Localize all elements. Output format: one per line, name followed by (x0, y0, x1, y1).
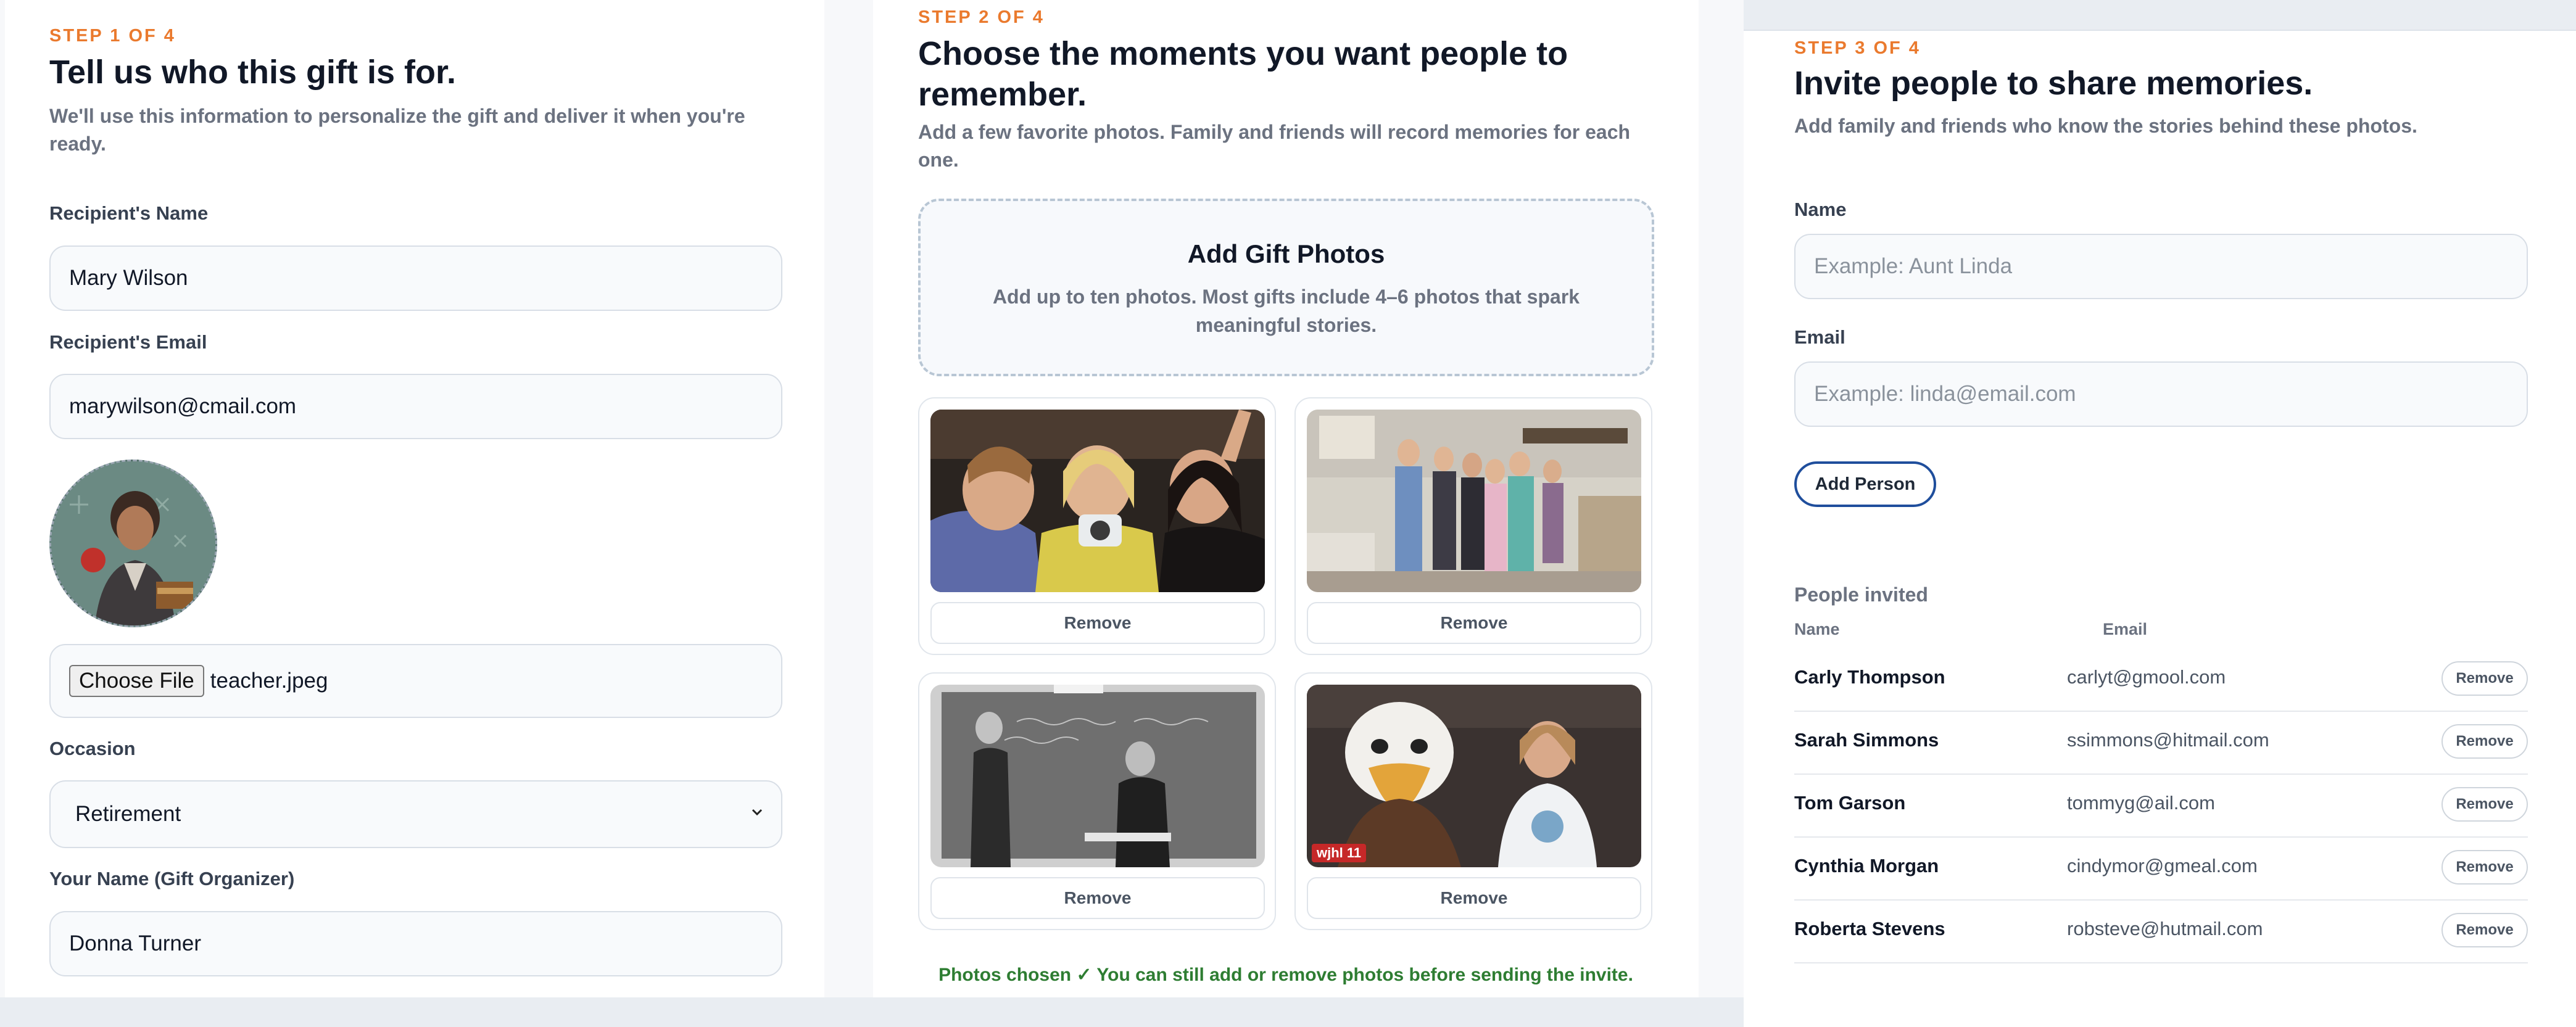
tv-station-logo: wjhl 11 (1312, 844, 1367, 862)
organizer-name-label: Your Name (Gift Organizer) (49, 868, 295, 889)
teacher-portrait-image (51, 461, 215, 625)
step-indicator: STEP 1 OF 4 (49, 26, 176, 46)
file-name-text: teacher.jpeg (210, 669, 328, 693)
dropzone-description: Add up to ten photos. Most gifts include… (982, 283, 1590, 339)
invited-person-row: Carly Thompson carlyt@gmool.com Remove (1794, 649, 2528, 712)
column-header-name: Name (1794, 620, 1840, 638)
invited-person-name: Roberta Stevens (1794, 918, 1945, 939)
gift-photo: wjhl 11 (1307, 685, 1641, 867)
invited-person-email: tommyg@ail.com (2067, 792, 2215, 814)
gift-photo (930, 410, 1265, 592)
column-header-email: Email (2103, 620, 2148, 638)
invited-person-row: Tom Garson tommyg@ail.com Remove (1794, 775, 2528, 838)
remove-person-button[interactable]: Remove (2441, 724, 2528, 759)
remove-photo-button[interactable]: Remove (930, 877, 1265, 919)
recipient-photo-preview (49, 460, 217, 627)
invited-person-name: Sarah Simmons (1794, 729, 1939, 751)
organizer-name-input[interactable]: Donna Turner (49, 911, 782, 976)
subtitle-line: one. (918, 149, 959, 171)
invited-person-name: Carly Thompson (1794, 666, 1945, 688)
invite-email-placeholder: Example: linda@email.com (1814, 382, 2076, 406)
invited-person-email: robsteve@hutmail.com (2067, 918, 2263, 939)
photo-card: Remove (918, 672, 1276, 930)
photo-card: Remove (1294, 397, 1652, 655)
photo-card: wjhl 11 Remove (1294, 672, 1652, 930)
occasion-select[interactable]: Retirement (49, 780, 782, 848)
dropzone-title: Add Gift Photos (1187, 239, 1385, 268)
group-selfie-image (930, 410, 1265, 592)
step1-recipient-panel: STEP 1 OF 4 Tell us who this gift is for… (5, 0, 824, 997)
people-invited-heading: People invited (1794, 584, 1928, 606)
page-title: Invite people to share memories. (1794, 65, 2313, 102)
remove-person-button[interactable]: Remove (2441, 661, 2528, 696)
dropzone-line: meaningful stories. (1195, 314, 1377, 336)
page-title: Choose the moments you want people to re… (918, 33, 1568, 115)
recipient-name-input[interactable]: Mary Wilson (49, 245, 782, 311)
subtitle-line: We'll use this information to personaliz… (49, 105, 745, 127)
invited-person-row: Roberta Stevens robsteve@hutmail.com Rem… (1794, 901, 2528, 963)
recipient-email-input[interactable]: marywilson@cmail.com (49, 374, 782, 439)
remove-photo-button[interactable]: Remove (1307, 877, 1641, 919)
remove-person-button[interactable]: Remove (2441, 787, 2528, 822)
dropzone-line: Add up to ten photos. Most gifts include… (992, 286, 1580, 308)
photo-dropzone[interactable]: Add Gift Photos Add up to ten photos. Mo… (918, 199, 1654, 376)
add-person-button[interactable]: Add Person (1794, 461, 1936, 507)
title-line: Choose the moments you want people to (918, 35, 1568, 72)
invited-person-email: ssimmons@hitmail.com (2067, 729, 2269, 751)
invite-name-placeholder: Example: Aunt Linda (1814, 254, 2013, 278)
invite-name-input[interactable]: Example: Aunt Linda (1794, 234, 2528, 299)
page-subtitle: Add a few favorite photos. Family and fr… (918, 118, 1630, 174)
invite-email-input[interactable]: Example: linda@email.com (1794, 361, 2528, 427)
photos-chosen-message: Photos chosen ✓ You can still add or rem… (938, 965, 1633, 985)
step-indicator: STEP 2 OF 4 (918, 7, 1045, 27)
page-gutter (0, 0, 5, 997)
remove-person-button[interactable]: Remove (2441, 913, 2528, 947)
invited-person-name: Tom Garson (1794, 792, 1906, 814)
subtitle-line: ready. (49, 133, 106, 155)
recipient-email-label: Recipient's Email (49, 331, 207, 353)
invite-name-label: Name (1794, 199, 1847, 220)
gift-photo (1307, 410, 1641, 592)
recipient-name-label: Recipient's Name (49, 202, 209, 224)
page-gutter (1699, 0, 1744, 997)
occasion-label: Occasion (49, 738, 136, 759)
invited-person-email: cindymor@gmeal.com (2067, 855, 2258, 876)
occasion-selected-value: Retirement (75, 802, 181, 826)
step2-photos-panel: STEP 2 OF 4 Choose the moments you want … (873, 0, 1699, 997)
recipient-name-value: Mary Wilson (69, 266, 188, 290)
photo-file-input[interactable]: Choose File teacher.jpeg (49, 644, 782, 718)
recipient-email-value: marywilson@cmail.com (69, 394, 297, 418)
photo-card: Remove (918, 397, 1276, 655)
page-subtitle: Add family and friends who know the stor… (1794, 115, 2417, 137)
classroom-group-image (1307, 410, 1641, 592)
invited-person-row: Cynthia Morgan cindymor@gmeal.com Remove (1794, 838, 2528, 901)
choose-file-button[interactable]: Choose File (69, 665, 204, 697)
gift-photo (930, 685, 1265, 867)
invited-person-email: carlyt@gmool.com (2067, 666, 2226, 688)
subtitle-line: Add a few favorite photos. Family and fr… (918, 121, 1631, 143)
organizer-name-value: Donna Turner (69, 931, 202, 955)
remove-person-button[interactable]: Remove (2441, 850, 2528, 885)
title-line: remember. (918, 76, 1087, 113)
vintage-chalkboard-image (930, 685, 1265, 867)
invited-person-name: Cynthia Morgan (1794, 855, 1939, 876)
step3-invite-panel: STEP 3 OF 4 Invite people to share memor… (1744, 30, 2576, 1027)
page-gutter (824, 0, 873, 997)
step-indicator: STEP 3 OF 4 (1794, 38, 1921, 58)
mascot-photo-image (1307, 685, 1641, 867)
invited-person-row: Sarah Simmons ssimmons@hitmail.com Remov… (1794, 712, 2528, 775)
chevron-down-icon (752, 809, 763, 816)
page-subtitle: We'll use this information to personaliz… (49, 102, 745, 158)
remove-photo-button[interactable]: Remove (930, 602, 1265, 644)
page-title: Tell us who this gift is for. (49, 54, 457, 91)
invite-email-label: Email (1794, 326, 1845, 348)
remove-photo-button[interactable]: Remove (1307, 602, 1641, 644)
